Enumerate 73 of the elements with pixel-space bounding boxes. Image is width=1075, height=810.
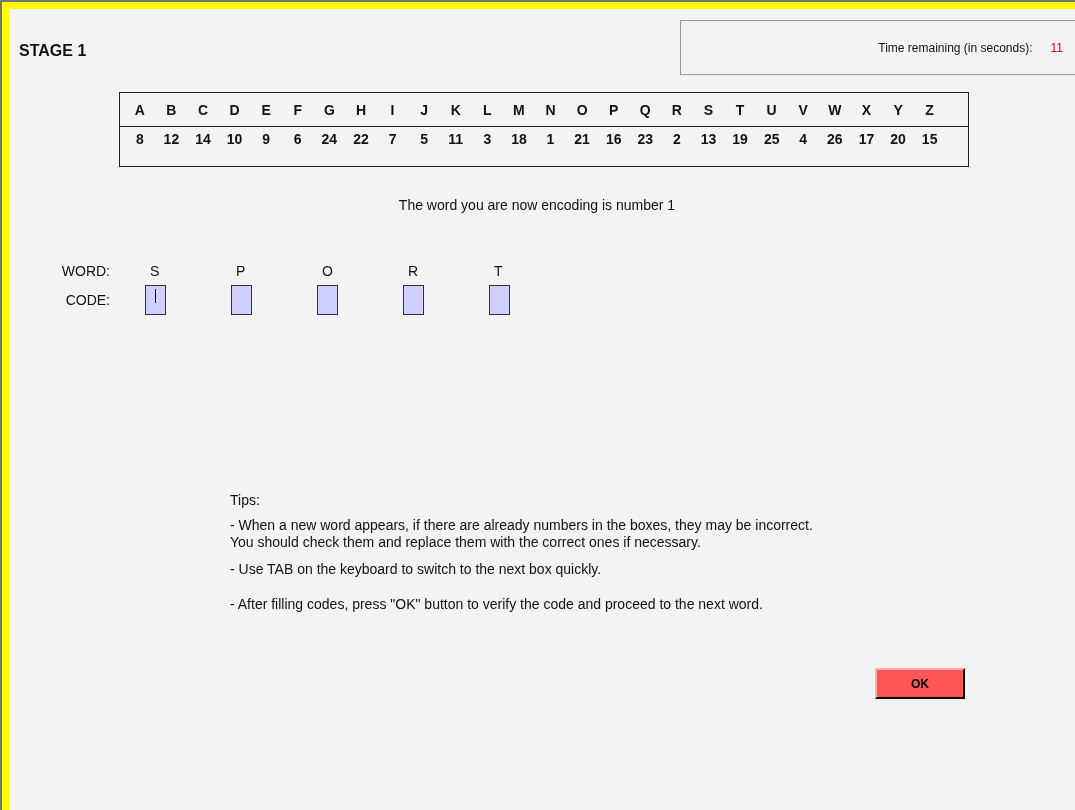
key-code: 21 [573,131,591,147]
key-letter: L [482,101,493,118]
key-letter: Y [892,101,904,118]
word-letter: S [149,263,161,279]
key-code: 22 [352,131,370,147]
key-code: 20 [889,131,907,147]
code-input[interactable] [403,285,424,315]
code-input[interactable] [145,285,166,315]
key-letter: U [765,101,778,118]
key-letter: J [419,101,430,118]
tip-text: - Use TAB on the keyboard to switch to the next box quickly. [230,561,603,578]
key-letter: V [797,101,809,118]
code-label: CODE: [64,292,111,308]
key-code: 5 [419,131,430,147]
key-code: 6 [292,131,303,147]
key-letter: C [196,101,210,118]
key-letter: M [512,101,526,118]
code-input[interactable] [317,285,338,315]
key-code: 26 [826,131,844,147]
key-letter: Z [924,101,935,118]
key-letter: O [575,101,589,118]
timer-value: 11 [1050,40,1063,55]
tip-text: - After filling codes, press "OK" button to verify the code and proceed to the next word. [230,596,764,613]
key-letter: N [544,101,557,118]
key-letter: Q [638,101,652,118]
key-code: 3 [482,131,493,147]
tips-heading: Tips: [230,492,261,508]
key-letter: P [608,101,620,118]
key-code: 8 [134,131,145,147]
key-letter: F [292,101,304,118]
key-code: 25 [762,131,781,147]
key-code: 13 [699,131,718,147]
key-code: 15 [920,131,939,147]
key-letter: T [734,101,746,118]
key-code: 11 [447,131,465,147]
word-letter: P [235,263,247,279]
code-input[interactable] [489,285,510,315]
key-code: 7 [387,131,398,147]
key-code: 23 [636,131,655,147]
key-code: 24 [320,131,339,147]
key-code: 18 [510,131,528,147]
key-code: 16 [604,131,623,147]
key-letter: E [260,101,272,118]
key-letter: S [702,101,715,118]
ok-button[interactable]: OK [875,668,965,699]
key-letter: X [860,101,873,118]
key-letter: I [389,101,396,118]
timer-label: Time remaining (in seconds): [878,40,1033,55]
code-input[interactable] [231,285,252,315]
key-code: 14 [194,131,212,147]
key-code: 10 [225,131,244,147]
key-code: 1 [545,131,556,147]
key-letter: D [228,101,241,118]
key-code: 17 [857,131,876,147]
word-letter: O [321,263,334,279]
tip-text: - When a new word appears, if there are already numbers in the boxes, they may be incorrect. You should check them and replace them with the correct ones if necessary. [230,517,814,551]
key-letter: B [165,101,178,118]
status-text: The word you are now encoding is number 1 [398,197,676,213]
key-letter: R [670,101,683,118]
key-letter: G [322,101,336,118]
key-code: 4 [798,131,809,147]
key-letter: A [133,101,146,118]
word-label: WORD: [60,263,111,279]
key-letter: W [827,101,843,118]
word-letter: T [493,263,504,279]
key-code: 9 [261,131,272,147]
key-code: 19 [731,131,749,147]
key-letter: K [449,101,462,118]
stage-title: STAGE 1 [19,42,87,60]
key-code: 2 [672,131,682,147]
word-letter: R [407,263,420,279]
key-code: 12 [162,131,181,147]
key-letter: H [354,101,367,118]
